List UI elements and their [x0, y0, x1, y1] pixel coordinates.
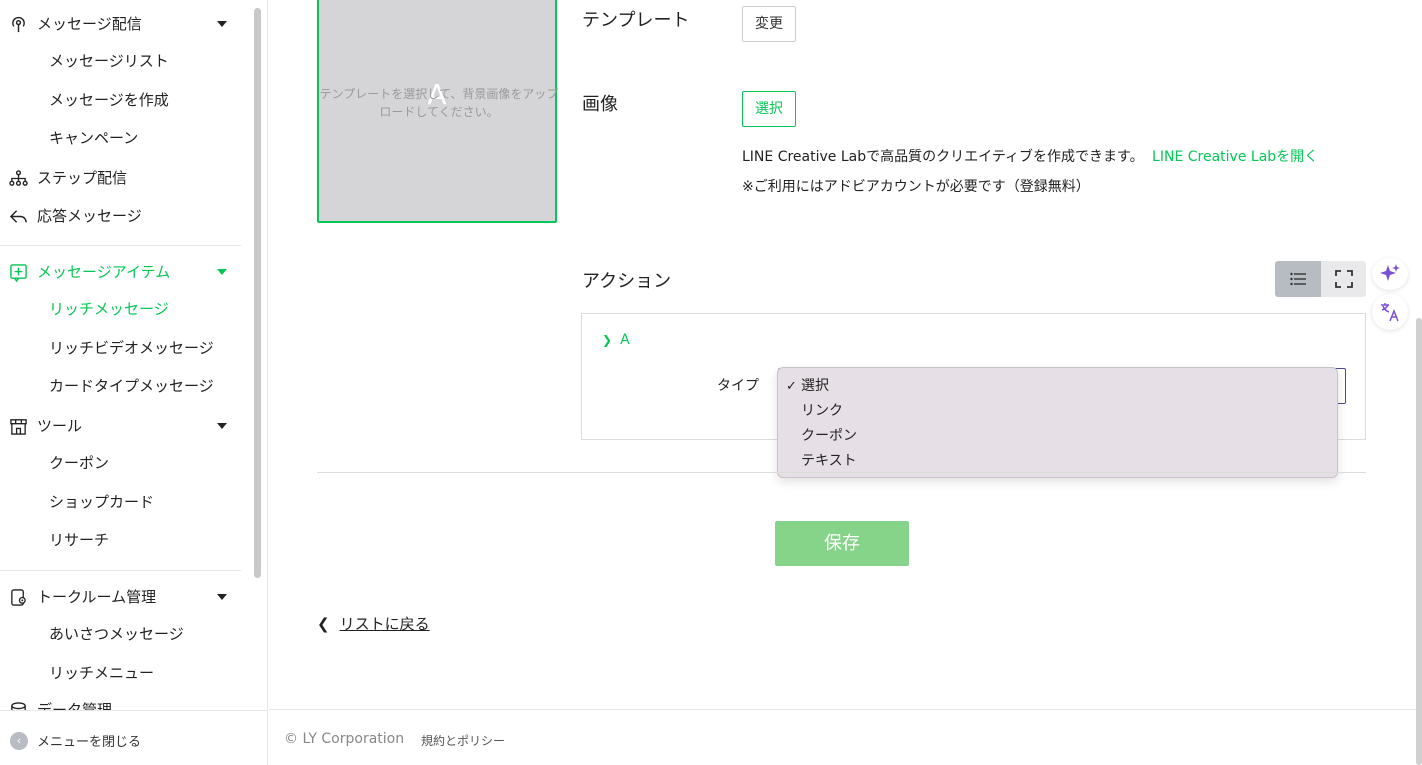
caret-down-icon [217, 423, 227, 429]
sidebar-item-rich-video-message[interactable]: リッチビデオメッセージ [49, 333, 214, 363]
option-label: クーポン [801, 428, 857, 444]
save-button[interactable]: 保存 [775, 521, 909, 566]
page-scrollbar[interactable] [1416, 318, 1422, 765]
shop-icon [10, 419, 27, 435]
preview-hint: テンプレートを選択して、背景画像をアップ ロードしてください。 [319, 85, 559, 121]
sidebar-group-step-delivery[interactable]: ステップ配信 [0, 160, 250, 196]
action-label: アクション [582, 271, 672, 292]
sidebar-divider [0, 245, 241, 246]
sidebar-footer[interactable]: ‹ メニューを閉じる [0, 710, 267, 765]
list-view-button[interactable] [1275, 261, 1321, 297]
list-icon [1290, 272, 1306, 286]
creative-lab-text: LINE Creative Labで高品質のクリエイティブを作成できます。 [742, 149, 1144, 165]
area-a-toggle[interactable]: ❯ A [602, 332, 630, 348]
sidebar-item-greeting-message[interactable]: あいさつメッセージ [49, 619, 184, 649]
copyright: © LY Corporation [284, 731, 405, 747]
sparkle-icon [1380, 264, 1400, 281]
caret-down-icon [217, 21, 227, 27]
chat-settings-icon [11, 589, 26, 606]
select-image-button[interactable]: 選択 [742, 91, 796, 127]
sidebar-group-message-delivery[interactable]: メッセージ配信 [0, 6, 250, 42]
sidebar-group-auto-reply[interactable]: 応答メッセージ [0, 198, 250, 234]
sidebar-group-label: メッセージアイテム [37, 263, 171, 281]
template-label: テンプレート [582, 10, 690, 31]
sidebar-divider [0, 570, 241, 571]
translate-button[interactable] [1372, 294, 1408, 330]
chevron-right-icon: ❯ [602, 333, 613, 347]
sidebar-item-message-list[interactable]: メッセージリスト [49, 46, 169, 76]
fullscreen-icon [1335, 270, 1353, 288]
ai-assist-button[interactable] [1372, 258, 1408, 290]
checkmark-icon: ✓ [786, 379, 797, 394]
option-label: リンク [801, 403, 843, 419]
caret-down-icon [217, 594, 227, 600]
option-label: 選択 [801, 378, 829, 394]
dropdown-option-select[interactable]: ✓ 選択 [778, 374, 1337, 399]
sidebar-group-label: ツール [37, 417, 83, 435]
sidebar-group-label: トークルーム管理 [37, 588, 157, 606]
sidebar-item-research[interactable]: リサーチ [49, 525, 109, 555]
sidebar-item-coupon[interactable]: クーポン [49, 448, 109, 478]
sidebar-group-message-items[interactable]: メッセージアイテム [0, 254, 250, 290]
step-tree-icon [9, 170, 28, 186]
sidebar-item-create-message[interactable]: メッセージを作成 [49, 85, 169, 115]
chevron-left-icon: ❮ [317, 615, 330, 633]
dropdown-option-link[interactable]: リンク [778, 399, 1337, 424]
sidebar-item-rich-message[interactable]: リッチメッセージ [49, 294, 169, 324]
sidebar-item-shop-card[interactable]: ショップカード [49, 487, 154, 517]
sidebar-item-card-type-message[interactable]: カードタイプメッセージ [49, 371, 214, 401]
plus-square-icon [10, 264, 27, 282]
section-divider [317, 472, 1366, 473]
close-menu-label: メニューを閉じる [37, 735, 142, 750]
sidebar-group-label: メッセージ配信 [37, 15, 142, 33]
sidebar-item-rich-menu[interactable]: リッチメニュー [49, 658, 154, 688]
rich-message-preview[interactable]: A テンプレートを選択して、背景画像をアップ ロードしてください。 [317, 0, 559, 223]
caret-down-icon [217, 269, 227, 275]
sidebar-group-data-management[interactable]: データ管理 [0, 692, 250, 710]
sidebar-item-campaign[interactable]: キャンペーン [49, 123, 138, 153]
sidebar-group-talk-room[interactable]: トークルーム管理 [0, 579, 250, 615]
option-label: テキスト [801, 453, 857, 469]
sidebar-group-label: ステップ配信 [37, 169, 128, 187]
type-dropdown-menu: ✓ 選択 リンク クーポン テキスト [777, 367, 1338, 478]
database-icon [11, 702, 26, 710]
fullscreen-button[interactable] [1321, 261, 1367, 297]
sidebar-scrollbar[interactable] [254, 8, 261, 578]
dropdown-option-text[interactable]: テキスト [778, 449, 1337, 474]
preview-hint-line: ロードしてください。 [379, 105, 499, 119]
translate-icon [1381, 303, 1399, 322]
sidebar-nav: メッセージ配信 メッセージリスト メッセージを作成 キャンペーン ステップ配信 … [0, 0, 250, 710]
dropdown-option-coupon[interactable]: クーポン [778, 424, 1337, 449]
preview-hint-line: テンプレートを選択して、背景画像をアップ [319, 87, 559, 101]
sidebar-group-label: データ管理 [37, 701, 113, 710]
sidebar-group-label: 応答メッセージ [37, 207, 142, 225]
sidebar: メッセージ配信 メッセージリスト メッセージを作成 キャンペーン ステップ配信 … [0, 0, 268, 765]
image-label: 画像 [582, 94, 618, 115]
main-content: A テンプレートを選択して、背景画像をアップ ロードしてください。 テンプレート… [269, 0, 1422, 765]
area-label: A [620, 332, 630, 348]
back-to-list-link[interactable]: ❮ リストに戻る [317, 613, 430, 634]
back-to-list-label: リストに戻る [339, 615, 430, 633]
reply-arrow-icon [9, 210, 27, 223]
change-template-button[interactable]: 変更 [742, 6, 796, 42]
view-toggle [1275, 261, 1366, 297]
collapse-left-icon: ‹ [10, 732, 28, 750]
creative-lab-info: LINE Creative Labで高品質のクリエイティブを作成できます。 LI… [742, 146, 1318, 166]
page-footer: © LY Corporation 規約とポリシー [269, 709, 1422, 765]
creative-lab-link[interactable]: LINE Creative Labを開く [1152, 149, 1318, 165]
broadcast-icon [12, 16, 25, 33]
policy-link[interactable]: 規約とポリシー [421, 732, 505, 749]
type-label: タイプ [717, 378, 759, 394]
adobe-account-note: ※ご利用にはアドビアカウントが必要です（登録無料） [742, 179, 1090, 195]
sidebar-group-tools[interactable]: ツール [0, 408, 250, 444]
